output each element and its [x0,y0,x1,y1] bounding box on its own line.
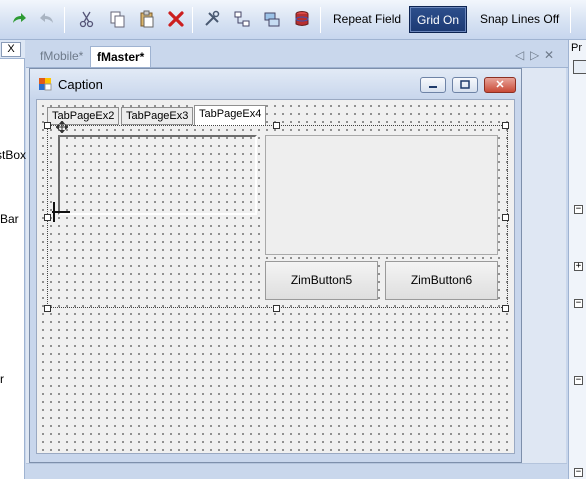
form-client-area[interactable]: TabPageEx2 TabPageEx3 TabPageEx4 ZimButt… [36,99,515,454]
paste-icon[interactable] [138,10,156,28]
network-icon[interactable] [263,10,281,28]
properties-panel: Pr − + − − − [568,40,586,479]
repeat-field-button[interactable]: Repeat Field [327,6,407,33]
resize-handle[interactable] [273,305,280,312]
toolbar-separator [64,7,65,33]
designer-toolbar: Repeat Field Grid On Snap Lines Off [0,0,586,40]
maximize-button[interactable] [452,77,478,93]
maximize-icon [460,80,470,89]
tab-close-icon[interactable]: ✕ [544,48,554,62]
resize-handle[interactable] [273,122,280,129]
toolbox-close-button[interactable]: X [1,42,21,57]
sunken-panel[interactable] [58,135,257,215]
database-icon[interactable] [293,10,311,28]
resize-handle[interactable] [502,305,509,312]
form-title-bar[interactable]: Caption ✕ [30,69,521,99]
form-app-icon [38,77,52,91]
flat-panel[interactable] [265,135,498,255]
move-glyph-icon[interactable] [55,120,69,134]
tab-fmaster[interactable]: fMaster* [90,46,152,68]
undo-icon[interactable] [38,10,56,28]
properties-header: Pr [571,42,582,54]
resize-handle[interactable] [502,122,509,129]
toolbar-separator [320,7,321,33]
delete-icon[interactable] [167,10,185,28]
form-caption: Caption [58,77,103,92]
resize-handle[interactable] [44,214,51,221]
resize-handle[interactable] [502,214,509,221]
copy-icon[interactable] [108,10,126,28]
resize-handle[interactable] [44,305,51,312]
collapse-icon[interactable]: − [574,299,583,308]
form-close-button[interactable]: ✕ [484,77,516,93]
resize-handle[interactable] [44,122,51,129]
toolbox-item-label[interactable]: stBox [0,148,26,162]
hierarchy-icon[interactable] [233,10,251,28]
tab-tabpageex4[interactable]: TabPageEx4 [194,105,267,126]
horizontal-scrollbar[interactable] [26,463,567,479]
collapse-icon[interactable]: − [574,376,583,385]
toolbox-header: X [0,40,25,59]
minimize-icon [429,86,437,88]
tab-fmobile[interactable]: fMobile* [34,46,89,68]
toolbar-separator [570,7,571,33]
redo-icon[interactable] [10,10,28,28]
tab-page-selected[interactable]: ZimButton5 ZimButton6 [47,125,508,308]
toolbox-panel: X stBox Bar r [0,40,26,479]
snap-lines-off-button[interactable]: Snap Lines Off [474,6,565,33]
collapse-icon[interactable]: − [574,205,583,214]
designer-form[interactable]: Caption ✕ TabPageEx2 TabPageEx3 TabPageE… [29,68,522,463]
zimbutton6[interactable]: ZimButton6 [385,261,498,300]
crosshair-cursor-icon [52,202,70,222]
cut-icon[interactable] [78,10,96,28]
categorized-icon[interactable] [573,60,586,74]
tab-next-icon[interactable]: ▷ [530,48,539,62]
toolbox-item-label[interactable]: Bar [0,212,19,226]
tab-prev-icon[interactable]: ◁ [515,48,524,62]
toolbar-separator [192,7,193,33]
toolbox-item-label[interactable]: r [0,372,4,386]
tab-tabpageex3[interactable]: TabPageEx3 [121,107,194,125]
expand-icon[interactable]: + [574,262,583,271]
tools-icon[interactable] [203,10,221,28]
grid-on-button[interactable]: Grid On [409,6,467,33]
collapse-icon[interactable]: − [574,468,583,477]
zimbutton5[interactable]: ZimButton5 [265,261,378,300]
minimize-button[interactable] [420,77,446,93]
